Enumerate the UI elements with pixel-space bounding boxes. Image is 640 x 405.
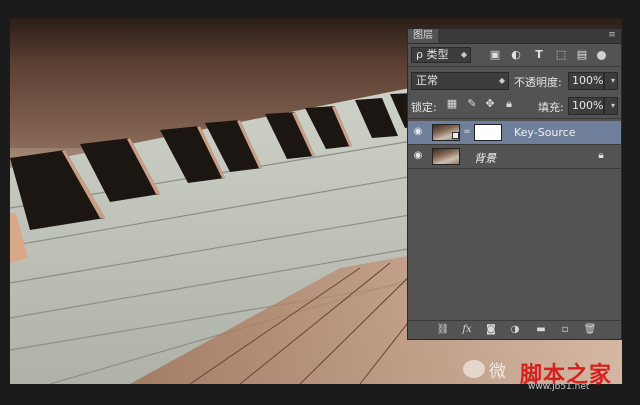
chevron-down-icon: ◆ [460, 50, 467, 59]
watermark-url: www.jb51.net [528, 382, 590, 392]
lock-image-pixels-icon[interactable]: ✎ [465, 97, 479, 111]
panel-menu-icon[interactable]: ≡ [607, 30, 617, 40]
add-mask-icon[interactable]: ◙ [484, 324, 498, 336]
new-group-icon[interactable]: ▬ [534, 324, 548, 336]
fill-label: 填充: [538, 101, 564, 114]
trash-icon[interactable]: 🗑︎ [583, 324, 597, 336]
opacity-input[interactable]: 100% [568, 72, 604, 90]
lock-icon: 🔒︎ [598, 150, 604, 161]
chain-link-icon[interactable]: ∞ [463, 126, 471, 138]
fx-icon[interactable]: fx [460, 324, 474, 336]
opacity-label: 不透明度: [514, 76, 562, 89]
image-filter-icon[interactable]: ▣ [488, 48, 502, 62]
layer-name: 背景 [474, 152, 496, 165]
panel-tab-bar: 图层 ≡ [408, 29, 621, 44]
fill-value: 100% [572, 99, 604, 112]
chevron-down-icon: ◆ [498, 76, 505, 85]
lock-row: 锁定: ▦ ✎ ✥ 🔒︎ 填充: 100% ▾ [408, 94, 621, 116]
chevron-down-icon: ▾ [610, 76, 615, 85]
divider [408, 168, 621, 169]
chevron-down-icon: ▾ [610, 101, 615, 110]
layer-thumbnail [432, 148, 460, 165]
filter-toggle-icon[interactable] [597, 51, 606, 60]
blend-row: 正常 ◆ 不透明度: 100% ▾ [408, 69, 621, 91]
eye-icon[interactable]: ◉ [411, 150, 425, 162]
adjustment-layer-icon[interactable]: ◑ [508, 324, 522, 336]
lock-label: 锁定: [411, 101, 437, 114]
link-layers-icon[interactable]: ⛓ [436, 324, 450, 336]
opacity-value: 100% [572, 74, 604, 87]
divider [408, 118, 621, 119]
shape-filter-icon[interactable]: ⬚ [554, 48, 568, 62]
type-filter-icon[interactable]: T [532, 48, 546, 62]
layers-panel: 图层 ≡ ρ 类型 ◆ ▣ ◐ T ⬚ ▤ 正常 ◆ 不透明度: 100% ▾ … [407, 28, 622, 340]
lock-position-icon[interactable]: ✥ [483, 97, 497, 111]
wechat-logo-icon [463, 360, 485, 378]
fill-input[interactable]: 100% [568, 97, 604, 115]
layer-row-background[interactable]: ◉ 背景 🔒︎ [408, 145, 621, 168]
layer-name: Key-Source [514, 126, 576, 139]
smart-object-badge-icon [452, 132, 459, 139]
blend-mode-dropdown[interactable]: 正常 ◆ [411, 72, 509, 90]
smart-object-filter-icon[interactable]: ▤ [575, 48, 589, 62]
layer-row-key-source[interactable]: ◉ ∞ Key-Source [408, 121, 621, 144]
divider [408, 66, 621, 67]
blend-mode-value: 正常 [416, 74, 438, 87]
layers-bottom-toolbar: ⛓ fx ◙ ◑ ▬ ▫ 🗑︎ [408, 320, 621, 339]
lock-transparent-pixels-icon[interactable]: ▦ [445, 97, 459, 111]
eye-icon[interactable]: ◉ [411, 126, 425, 138]
layer-mask-thumbnail[interactable] [474, 124, 502, 141]
watermark-text: 微 [489, 362, 506, 382]
fill-slider-button[interactable]: ▾ [604, 97, 618, 115]
tab-layers[interactable]: 图层 [408, 29, 438, 43]
adjustment-filter-icon[interactable]: ◐ [509, 48, 523, 62]
opacity-slider-button[interactable]: ▾ [604, 72, 618, 90]
filter-type-label: ρ 类型 [416, 48, 449, 61]
filter-row: ρ 类型 ◆ ▣ ◐ T ⬚ ▤ [408, 44, 621, 66]
new-layer-icon[interactable]: ▫ [558, 324, 572, 336]
filter-type-dropdown[interactable]: ρ 类型 ◆ [411, 47, 471, 63]
lock-all-icon[interactable]: 🔒︎ [502, 97, 516, 111]
